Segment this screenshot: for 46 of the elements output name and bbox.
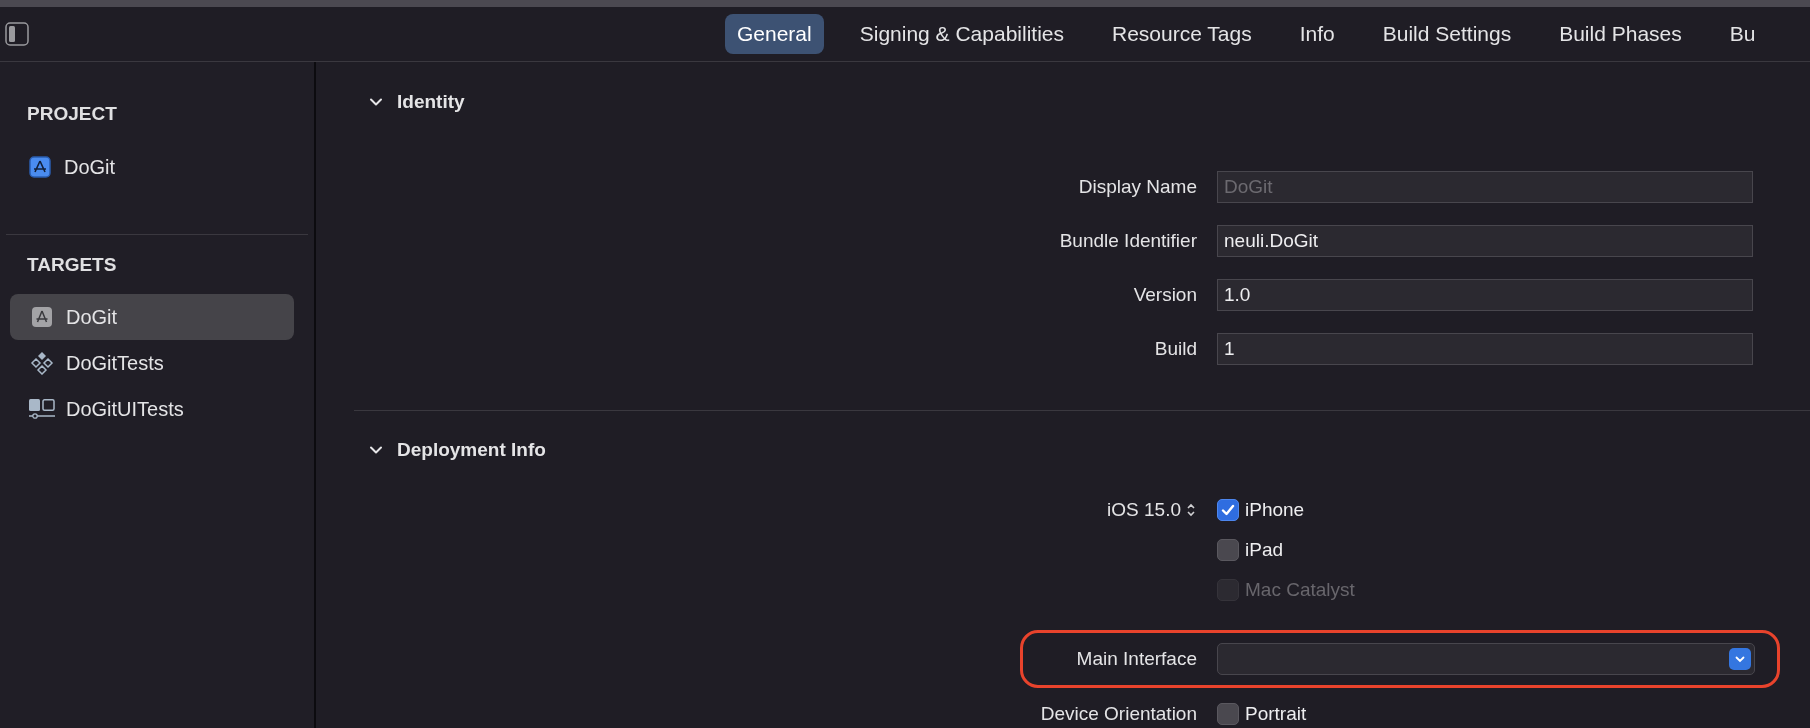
checkbox-label: iPad [1245,537,1284,562]
text-field[interactable]: 1 [1217,333,1753,365]
section-heading: PROJECT [26,102,118,126]
tab[interactable]: Bu [1717,14,1768,54]
field-label: Build [1153,336,1197,361]
diamonds-icon [30,351,54,375]
dropdown-chevron-icon [1729,648,1751,670]
ui-tests-icon [28,398,56,420]
checkmark-icon [1220,502,1236,518]
text-field[interactable]: DoGit [1217,171,1753,203]
checkbox-label: Portrait [1245,701,1307,726]
section-title: Deployment Info [397,437,546,462]
checkbox-label: iPhone [1245,497,1305,522]
item-label: DoGitUITests [66,397,184,422]
field-label: Version [1132,282,1197,307]
sidebar-toggle-icon[interactable] [5,22,29,46]
checkbox[interactable] [1217,703,1239,725]
tab[interactable]: Build Settings [1370,14,1524,54]
stepper-icon[interactable] [1185,502,1197,518]
section-title: Identity [397,89,465,114]
sidebar-item[interactable]: DoGitUITests [10,386,294,432]
checkbox[interactable] [1217,539,1239,561]
dropdown[interactable] [1217,643,1755,675]
sidebar-item[interactable]: DoGitTests [10,340,294,386]
field-label: Bundle Identifier [1058,228,1197,253]
field-label: Device Orientation [1039,701,1197,726]
item-label: DoGitTests [66,351,164,376]
app-icon [32,307,52,327]
checkbox-label: Mac Catalyst [1245,577,1355,602]
checkbox[interactable] [1217,499,1239,521]
field-label: Main Interface [1075,646,1197,671]
tab[interactable]: Build Phases [1547,14,1694,54]
tab[interactable]: General [725,14,824,54]
sidebar-item[interactable]: DoGit [10,294,294,340]
text-field[interactable]: 1.0 [1217,279,1753,311]
tab[interactable]: Signing & Capabilities [847,14,1076,54]
item-label: DoGit [66,305,118,330]
tab[interactable]: Resource Tags [1100,14,1264,54]
sidebar-item[interactable]: DoGit [0,144,314,190]
item-label: DoGit [64,155,116,180]
text-field[interactable]: neuli.DoGit [1217,225,1753,257]
tab[interactable]: Info [1287,14,1347,54]
ios-version-label: iOS 15.0 [1107,497,1181,522]
field-label: Display Name [1077,174,1197,199]
section-heading: TARGETS [26,253,118,277]
app-icon [29,156,51,178]
